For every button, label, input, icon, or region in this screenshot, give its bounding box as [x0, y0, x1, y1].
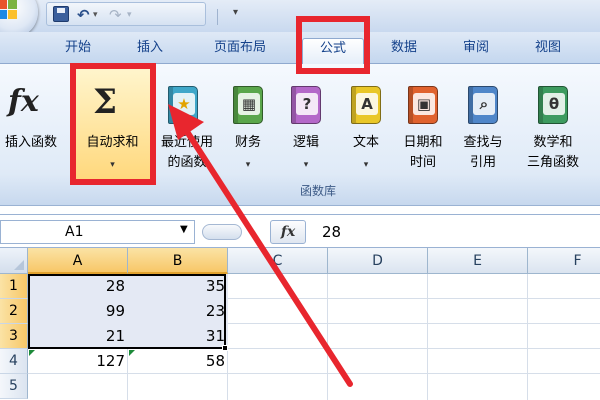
logical-label: 逻辑 — [292, 135, 319, 150]
math-trig-label: 数学和 — [533, 135, 573, 150]
math-trig-button[interactable]: θ 数学和 三角函数 — [514, 72, 592, 190]
recently-used-button[interactable]: ★ 最近使用 的函数 — [156, 72, 218, 190]
date-time-book-icon: ▣ — [408, 86, 438, 124]
column-header-f[interactable]: F — [528, 248, 600, 274]
quick-access-toolbar: ↶ ▾ ↷ ▾ ▾ — [46, 2, 238, 26]
selection-range-border — [28, 274, 226, 349]
financial-book-icon: ▦ — [233, 86, 263, 124]
fill-handle[interactable] — [222, 345, 228, 351]
tab-insert[interactable]: 插入 — [124, 38, 176, 64]
formula-bar: A1 ▼ fx 28 — [0, 214, 600, 248]
fx-icon: fx — [8, 84, 39, 119]
toolbar-divider — [217, 9, 218, 25]
financial-dropdown-icon[interactable]: ▾ — [222, 160, 274, 170]
formula-indicator-icon — [29, 350, 35, 356]
grid-line — [427, 274, 428, 400]
office-logo-icon — [0, 0, 18, 20]
row-header-1[interactable]: 1 — [0, 274, 28, 299]
annotation-box-formulas-tab — [296, 16, 370, 74]
recently-used-label: 最近使用 — [160, 135, 213, 150]
star-book-icon: ★ — [168, 86, 198, 124]
save-icon[interactable] — [53, 6, 69, 22]
worksheet-grid: A B C D E F 1 2 3 4 5 28 35 99 23 21 31 … — [0, 248, 600, 400]
redo-icon[interactable]: ↷ — [109, 6, 122, 24]
text-label: 文本 — [352, 135, 379, 150]
name-box-dropdown-icon[interactable]: ▼ — [180, 224, 188, 235]
column-header-e[interactable]: E — [428, 248, 528, 274]
lookup-book-icon: ⌕ — [468, 86, 498, 124]
undo-dropdown-icon[interactable]: ▾ — [93, 6, 98, 24]
date-time-label: 日期和 — [403, 135, 443, 150]
name-box[interactable]: A1 — [0, 220, 195, 244]
formula-input[interactable]: 28 — [312, 220, 600, 244]
cell-a4[interactable]: 127 — [28, 349, 128, 374]
text-button[interactable]: A 文本 ▾ — [340, 72, 392, 190]
redo-dropdown-icon[interactable]: ▾ — [127, 6, 132, 24]
tab-page-layout[interactable]: 页面布局 — [196, 38, 284, 64]
formula-bar-resize-handle[interactable] — [202, 224, 242, 240]
column-header-a[interactable]: A — [28, 248, 128, 274]
customize-toolbar-icon[interactable]: ▾ — [233, 7, 238, 18]
tab-view[interactable]: 视图 — [522, 38, 574, 64]
ribbon-group-label: 函数库 — [300, 184, 337, 198]
insert-function-fx-button[interactable]: fx — [270, 220, 306, 244]
select-all-corner[interactable] — [0, 248, 28, 274]
tab-review[interactable]: 审阅 — [450, 38, 502, 64]
cell-b4[interactable]: 58 — [128, 349, 228, 374]
row-header-2[interactable]: 2 — [0, 299, 28, 324]
insert-function-button[interactable]: fx 插入函数 — [0, 72, 62, 190]
grid-line — [527, 274, 528, 400]
row-header-4[interactable]: 4 — [0, 349, 28, 374]
undo-icon[interactable]: ↶ — [77, 6, 90, 24]
row-header-3[interactable]: 3 — [0, 324, 28, 349]
lookup-reference-label: 查找与 — [463, 135, 503, 150]
grid-line — [327, 274, 328, 400]
date-time-label-2: 时间 — [409, 155, 436, 170]
lookup-reference-button[interactable]: ⌕ 查找与 引用 — [454, 72, 512, 190]
annotation-box-autosum — [70, 63, 156, 185]
logical-dropdown-icon[interactable]: ▾ — [280, 160, 332, 170]
financial-label: 财务 — [234, 135, 261, 150]
recently-used-label-2: 的函数 — [167, 155, 207, 170]
tab-data[interactable]: 数据 — [378, 38, 430, 64]
financial-button[interactable]: ▦ 财务 ▾ — [222, 72, 274, 190]
logical-book-icon: ? — [291, 86, 321, 124]
math-trig-label-2: 三角函数 — [526, 155, 579, 170]
column-header-b[interactable]: B — [128, 248, 228, 274]
lookup-reference-label-2: 引用 — [469, 155, 496, 170]
text-dropdown-icon[interactable]: ▾ — [340, 160, 392, 170]
tab-home[interactable]: 开始 — [52, 38, 104, 64]
row-header-5[interactable]: 5 — [0, 374, 28, 399]
formula-indicator-icon — [129, 350, 135, 356]
logical-button[interactable]: ? 逻辑 ▾ — [280, 72, 332, 190]
text-book-icon: A — [351, 86, 381, 124]
insert-function-label: 插入函数 — [4, 135, 57, 150]
date-time-button[interactable]: ▣ 日期和 时间 — [394, 72, 452, 190]
column-header-d[interactable]: D — [328, 248, 428, 274]
column-header-c[interactable]: C — [228, 248, 328, 274]
math-trig-book-icon: θ — [538, 86, 568, 124]
